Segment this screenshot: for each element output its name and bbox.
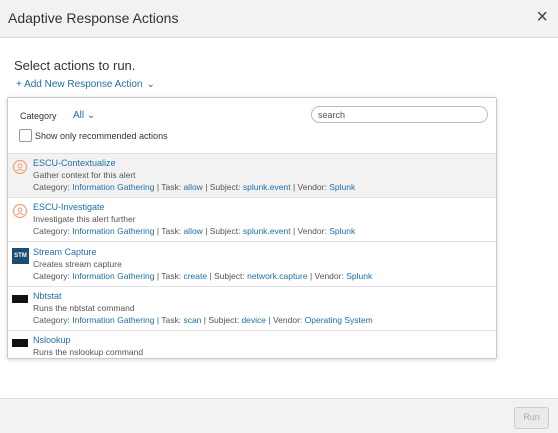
meta-subject-label: Subject:	[209, 182, 241, 192]
chevron-down-icon: ⌄	[86, 110, 96, 121]
action-name[interactable]: ESCU-Contextualize	[33, 158, 116, 168]
meta-category: Information Gathering	[72, 315, 155, 325]
search-input[interactable]	[311, 106, 488, 123]
category-select[interactable]: All ⌄	[73, 110, 95, 121]
response-action-dropdown: Category All ⌄ Show only recommended act…	[7, 97, 497, 359]
meta-vendor: Operating System	[304, 315, 373, 325]
filter-bar: Category All ⌄ Show only recommended act…	[8, 98, 496, 154]
meta-vendor: Splunk	[329, 226, 356, 236]
meta-task-label: Task:	[161, 182, 182, 192]
meta-vendor: Splunk	[329, 182, 356, 192]
action-meta: Category: Information Gathering | Task: …	[33, 315, 373, 325]
meta-category: Information Gathering	[72, 271, 155, 281]
action-description: Investigate this alert further	[33, 214, 136, 224]
action-description: Runs the nbtstat command	[33, 303, 135, 313]
meta-vendor-label: Vendor:	[297, 226, 327, 236]
dialog-header: Adaptive Response Actions ×	[0, 0, 558, 38]
meta-category: Information Gathering	[72, 226, 155, 236]
action-description: Creates stream capture	[33, 259, 122, 269]
recommended-checkbox[interactable]	[19, 129, 32, 142]
action-name[interactable]: Nslookup	[33, 335, 71, 345]
meta-category-label: Category:	[33, 182, 70, 192]
meta-vendor-label: Vendor:	[297, 182, 327, 192]
meta-task-label: Task:	[161, 315, 182, 325]
meta-task: create	[183, 271, 208, 281]
select-actions-prompt: Select actions to run.	[14, 58, 136, 73]
meta-task: scan	[183, 315, 202, 325]
meta-subject-label: Subject:	[214, 271, 245, 281]
action-name[interactable]: ESCU-Investigate	[33, 202, 105, 212]
category-label: Category	[20, 111, 57, 121]
action-meta: Category: Information Gathering | Task: …	[33, 226, 356, 236]
category-value: All	[73, 110, 85, 121]
action-row-nbtstat[interactable]: Nbtstat Runs the nbtstat command Categor…	[8, 287, 496, 331]
adaptive-response-dialog: Adaptive Response Actions × Select actio…	[0, 0, 558, 433]
meta-vendor-label: Vendor:	[272, 315, 303, 325]
meta-category-label: Category:	[33, 315, 70, 325]
run-button[interactable]: Run	[514, 407, 549, 429]
close-icon[interactable]: ×	[536, 7, 548, 27]
action-row-stream-capture[interactable]: STM Stream Capture Creates stream captur…	[8, 242, 496, 287]
meta-category: Information Gathering	[72, 182, 155, 192]
escu-icon	[12, 159, 28, 175]
meta-subject-label: Subject:	[208, 315, 240, 325]
action-description: Gather context for this alert	[33, 170, 136, 180]
meta-subject: network.capture	[247, 271, 308, 281]
meta-task: allow	[183, 182, 203, 192]
action-row-nslookup[interactable]: Nslookup Runs the nslookup command	[8, 331, 496, 358]
meta-vendor: Splunk	[346, 271, 373, 281]
action-description: Runs the nslookup command	[33, 347, 144, 357]
meta-subject-label: Subject:	[209, 226, 241, 236]
recommended-label: Show only recommended actions	[35, 131, 168, 141]
nbtstat-icon	[12, 295, 28, 303]
meta-subject: splunk.event	[242, 226, 291, 236]
dialog-footer: Run	[0, 398, 558, 433]
meta-subject: device	[241, 315, 267, 325]
escu-icon	[12, 203, 28, 219]
add-response-action-button[interactable]: + Add New Response Action ⌄	[16, 79, 155, 90]
stm-icon: STM	[12, 248, 29, 264]
chevron-down-icon: ⌄	[146, 79, 155, 90]
action-row-escu-contextualize[interactable]: ESCU-Contextualize Gather context for th…	[8, 154, 496, 198]
add-response-action-label: + Add New Response Action	[16, 79, 143, 90]
action-name[interactable]: Nbtstat	[33, 291, 62, 301]
meta-vendor-label: Vendor:	[314, 271, 344, 281]
meta-task-label: Task:	[161, 226, 182, 236]
dialog-title: Adaptive Response Actions	[8, 10, 179, 26]
meta-category-label: Category:	[33, 226, 70, 236]
meta-task: allow	[183, 226, 203, 236]
nslookup-icon	[12, 339, 28, 347]
meta-task-label: Task:	[161, 271, 182, 281]
action-row-escu-investigate[interactable]: ESCU-Investigate Investigate this alert …	[8, 198, 496, 242]
meta-subject: splunk.event	[242, 182, 291, 192]
action-meta: Category: Information Gathering | Task: …	[33, 182, 356, 192]
meta-category-label: Category:	[33, 271, 70, 281]
action-name[interactable]: Stream Capture	[33, 247, 97, 257]
action-meta: Category: Information Gathering | Task: …	[33, 271, 373, 281]
